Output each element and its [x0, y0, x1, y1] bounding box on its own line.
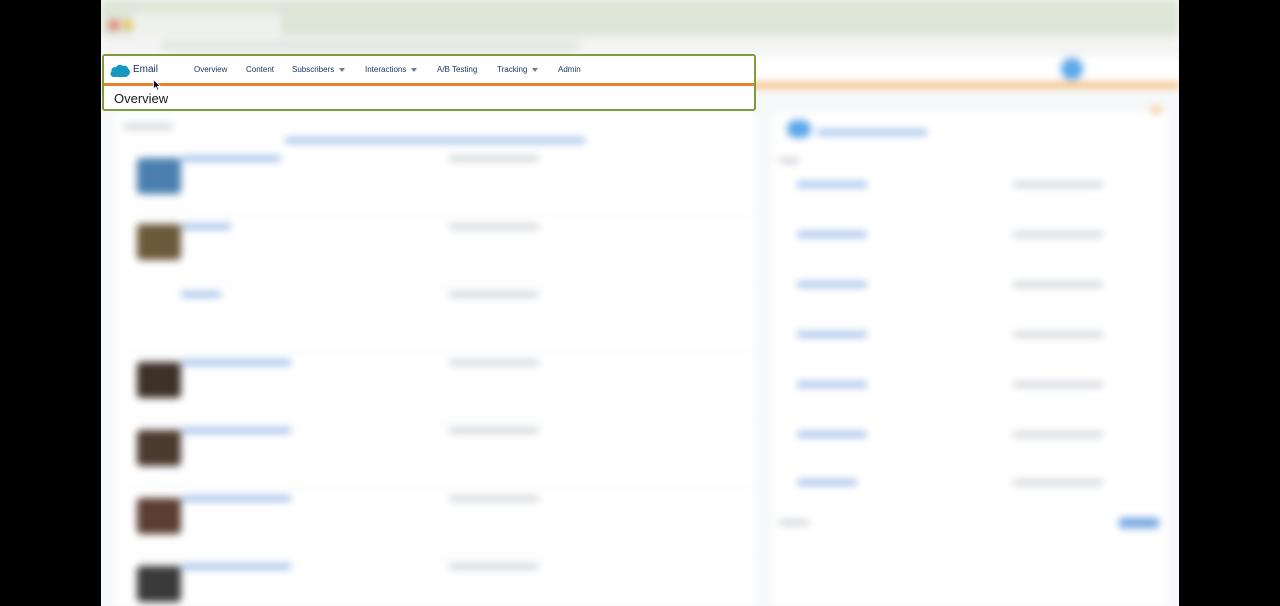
email-thumbnail: [137, 566, 181, 602]
row-divider: [129, 352, 755, 353]
activity-link: [797, 232, 867, 237]
nav-ab-testing-label: A/B Testing: [437, 65, 478, 74]
row-divider: [129, 488, 755, 489]
email-name-link: [181, 360, 291, 365]
activity-side-pane: [773, 112, 1167, 606]
nav-subscribers[interactable]: Subscribers: [292, 65, 346, 74]
email-thumbnail: [137, 430, 181, 466]
activity-link: [797, 182, 867, 187]
list-filter-links: [285, 138, 585, 143]
nav-subscribers-label: Subscribers: [292, 65, 335, 74]
cloud-icon: [110, 64, 130, 77]
email-name-link: [181, 292, 221, 297]
email-name-link: [181, 564, 291, 569]
row-divider: [129, 420, 755, 421]
pane-action-button: [1119, 518, 1159, 528]
email-thumbnail: [137, 362, 181, 398]
email-thumbnail: [137, 498, 181, 534]
email-name-link: [181, 428, 291, 433]
nav-ab-testing[interactable]: A/B Testing: [437, 65, 477, 74]
pane-logo: [787, 120, 811, 138]
nav-overview[interactable]: Overview: [194, 65, 227, 74]
chevron-down-icon: [411, 67, 418, 72]
email-meta-text: [449, 564, 539, 569]
email-name-link: [181, 156, 281, 161]
email-list-pane: [115, 112, 755, 606]
browser-tab: [131, 12, 281, 36]
app-name[interactable]: Email: [133, 64, 158, 75]
activity-link: [797, 432, 867, 437]
pane-title-link: [817, 130, 927, 135]
email-thumbnail: [137, 158, 181, 194]
activity-meta: [1013, 432, 1103, 437]
nav-interactions-label: Interactions: [365, 65, 407, 74]
activity-link: [797, 382, 867, 387]
highlighted-nav-panel: Email Overview Content Subscribers Inter…: [102, 54, 756, 111]
activity-meta: [1013, 480, 1103, 485]
nav-content[interactable]: Content: [246, 65, 274, 74]
nav-admin-label: Admin: [558, 65, 581, 74]
nav-tracking[interactable]: Tracking: [497, 65, 539, 74]
close-window-dot: [109, 20, 119, 30]
activity-meta: [1013, 182, 1103, 187]
user-avatar: [1061, 58, 1083, 80]
email-meta-text: [449, 360, 539, 365]
nav-accent-divider: [104, 83, 754, 86]
url-field: [161, 40, 581, 52]
nav-admin[interactable]: Admin: [558, 65, 581, 74]
row-divider: [129, 284, 755, 285]
pane-footer-text: [779, 520, 809, 525]
activity-meta: [1013, 382, 1103, 387]
pane-header-text: [779, 158, 799, 163]
row-divider: [129, 214, 755, 215]
mouse-cursor-icon: [153, 79, 161, 91]
activity-meta: [1013, 332, 1103, 337]
chevron-down-icon: [532, 67, 539, 72]
email-meta-text: [449, 428, 539, 433]
nav-overview-label: Overview: [194, 65, 228, 74]
activity-meta: [1013, 232, 1103, 237]
minimize-window-dot: [123, 20, 133, 30]
email-thumbnail: [137, 224, 181, 260]
email-meta-text: [449, 156, 539, 161]
nav-interactions[interactable]: Interactions: [365, 65, 418, 74]
email-meta-text: [449, 292, 539, 297]
page-title: Overview: [114, 91, 169, 106]
app-nav-bar: Email Overview Content Subscribers Inter…: [104, 56, 754, 84]
activity-link: [797, 332, 867, 337]
activity-meta: [1013, 282, 1103, 287]
email-meta-text: [449, 496, 539, 501]
activity-link: [797, 480, 857, 485]
row-divider: [129, 556, 755, 557]
nav-content-label: Content: [246, 65, 275, 74]
email-name-link: [181, 224, 231, 229]
activity-link: [797, 282, 867, 287]
nav-tracking-label: Tracking: [497, 65, 528, 74]
email-name-link: [181, 496, 291, 501]
email-meta-text: [449, 224, 539, 229]
chevron-down-icon: [339, 67, 346, 72]
list-header-text: [123, 124, 173, 129]
